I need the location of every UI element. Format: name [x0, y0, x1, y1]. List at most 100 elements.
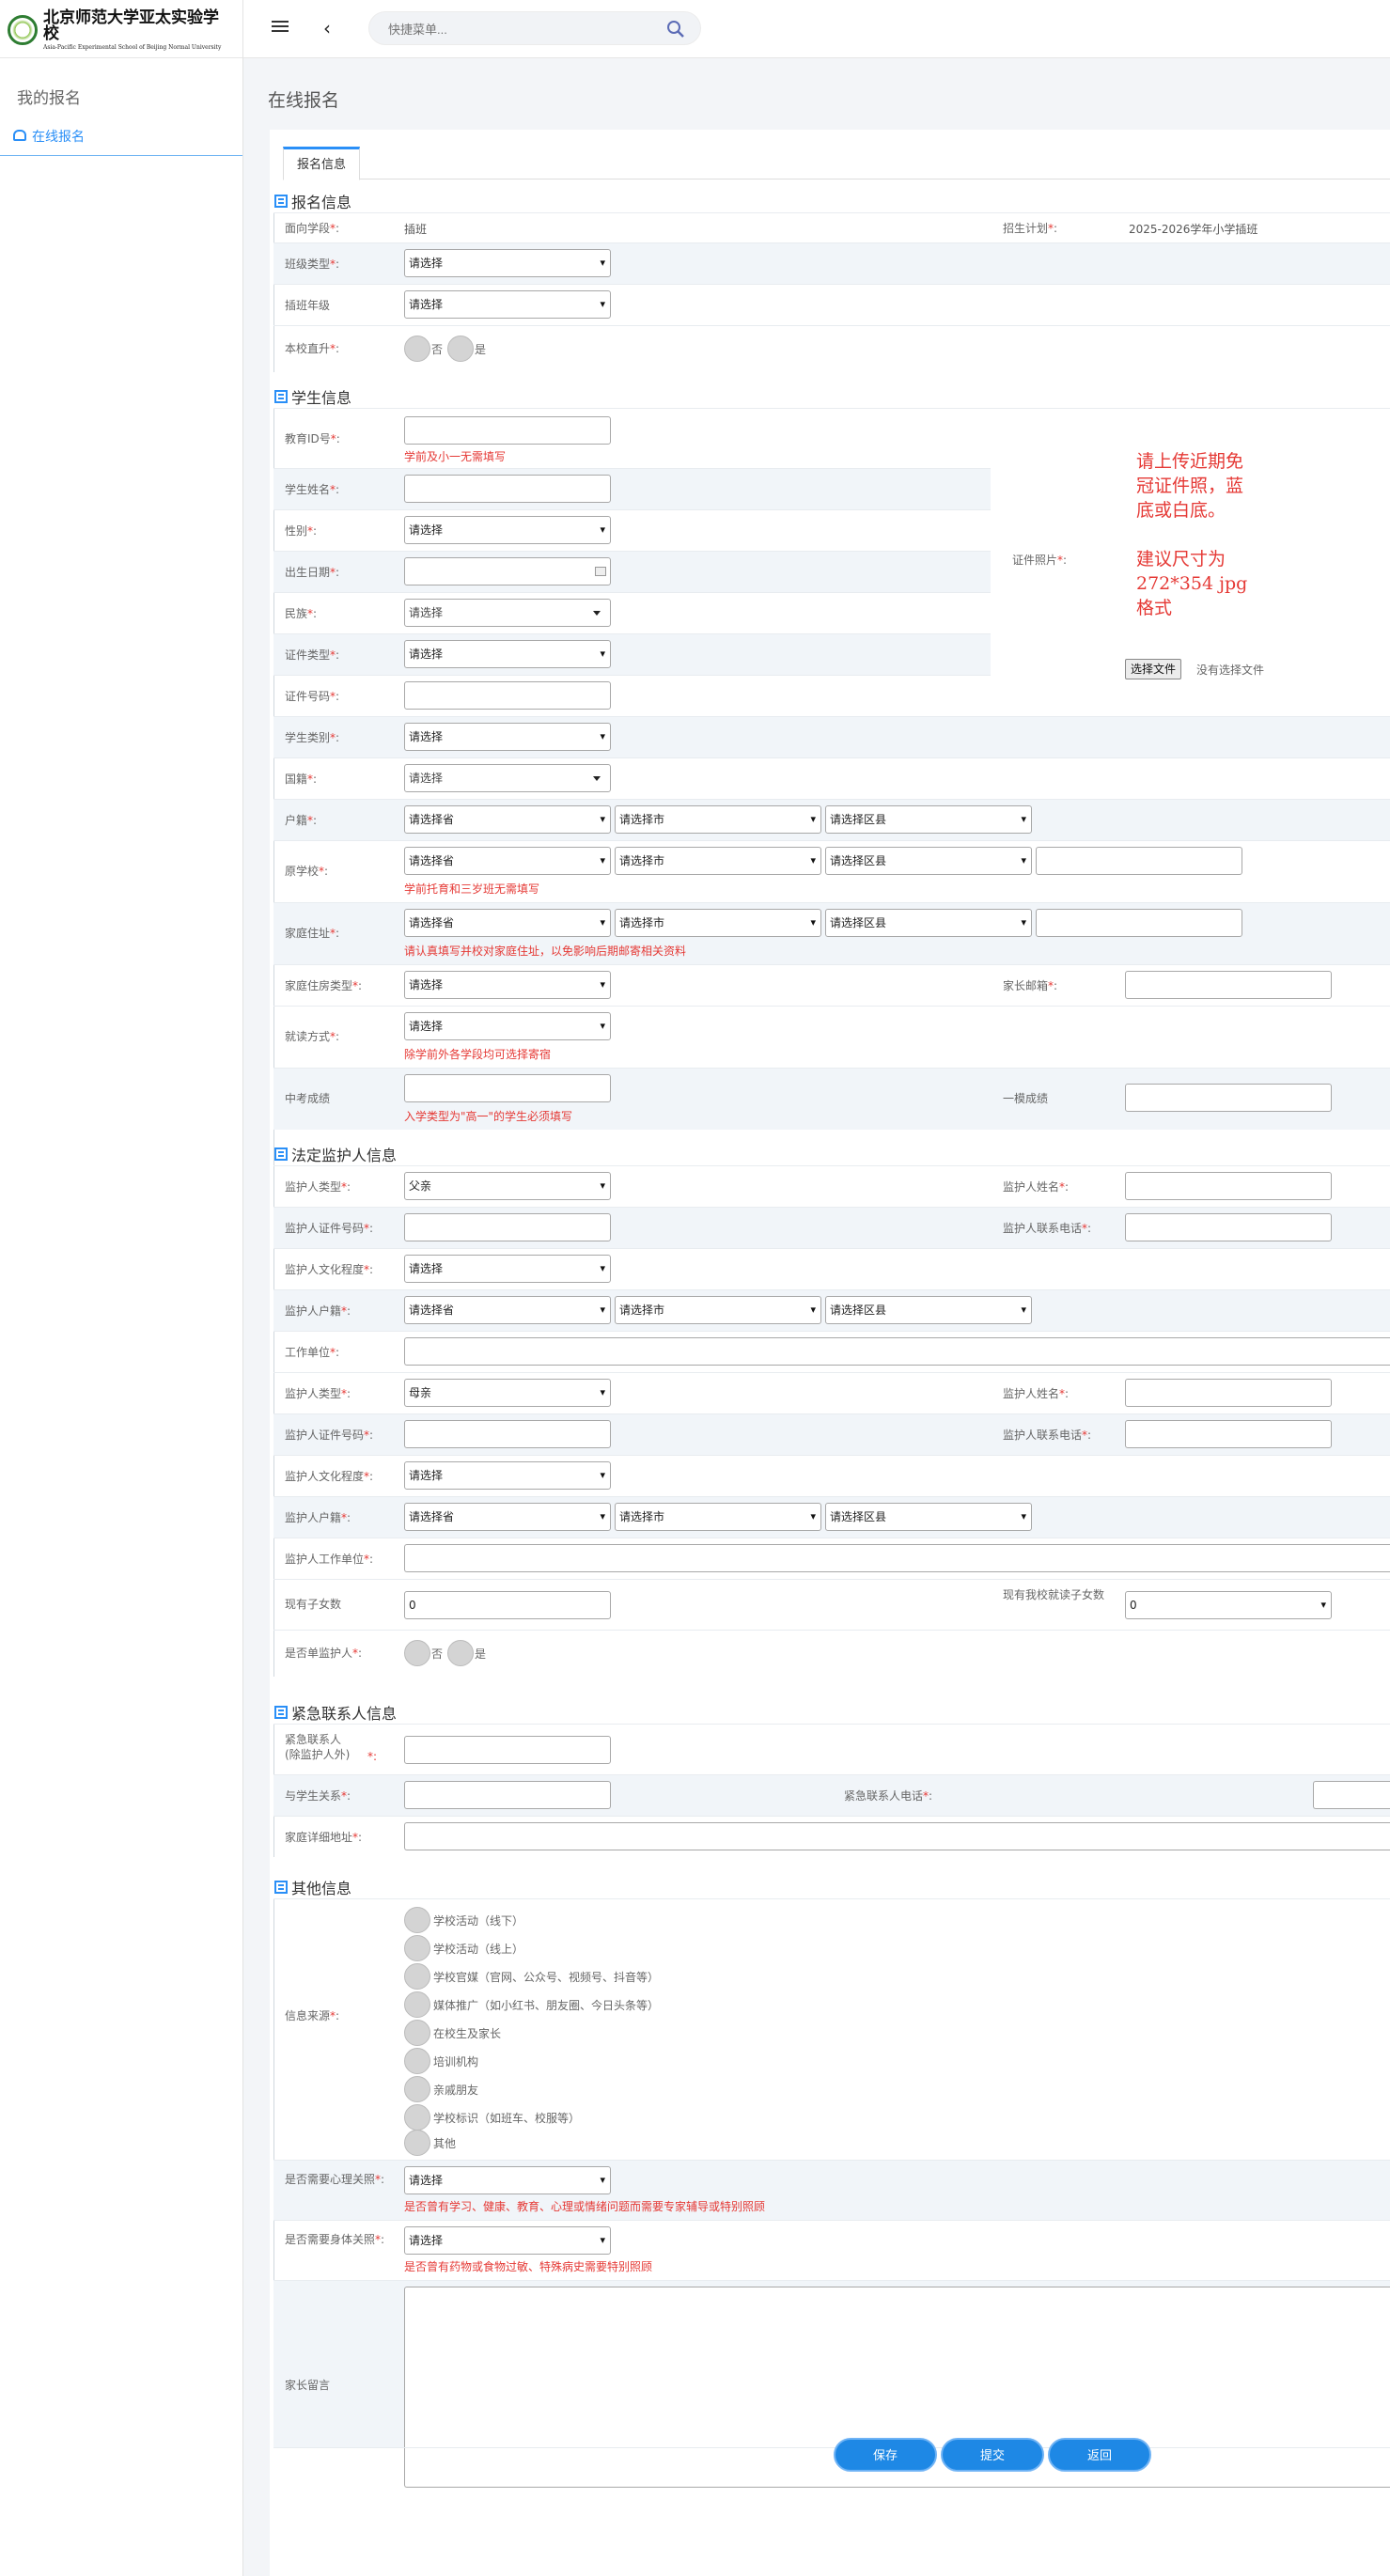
address-city-select[interactable]: 请选择市	[615, 909, 821, 937]
section-emergency-heading: 紧急联系人信息	[274, 1701, 397, 1724]
g1-idno-input[interactable]	[404, 1213, 611, 1241]
emergency-address-input[interactable]	[404, 1822, 1390, 1850]
single-no-radio[interactable]	[404, 1640, 430, 1666]
source-option-radio[interactable]	[404, 2076, 430, 2102]
g2-district-select[interactable]: 请选择区县	[825, 1503, 1032, 1531]
school-name-input[interactable]	[1036, 847, 1242, 875]
school-city-select[interactable]: 请选择市	[615, 847, 821, 875]
submit-button[interactable]: 提交	[941, 2438, 1044, 2472]
country-select[interactable]: 请选择	[404, 764, 611, 792]
back-button[interactable]: 返回	[1048, 2438, 1151, 2472]
emergency-contact-input[interactable]	[404, 1736, 611, 1764]
g1-name-input[interactable]	[1125, 1172, 1332, 1200]
school-district-select[interactable]: 请选择区县	[825, 847, 1032, 875]
address-detail-input[interactable]	[1036, 909, 1242, 937]
edu-id-input[interactable]	[404, 416, 611, 445]
tab-enroll-info[interactable]: 报名信息	[283, 147, 361, 180]
hukou-city-select[interactable]: 请选择市	[615, 805, 821, 834]
mode-hint: 除学前外各学段均可选择寄宿	[404, 1048, 552, 1061]
ym-score-input[interactable]	[1125, 1084, 1332, 1112]
grade-select[interactable]: 请选择	[404, 290, 611, 319]
gender-select[interactable]: 请选择	[404, 516, 611, 544]
hukou-district-select[interactable]: 请选择区县	[825, 805, 1032, 834]
category-select[interactable]: 请选择	[404, 723, 611, 751]
row-g1-type: 监护人类型*: 父亲 监护人姓名*:	[273, 1165, 1390, 1207]
g1-province-select[interactable]: 请选择省	[404, 1296, 611, 1324]
id-type-select[interactable]: 请选择	[404, 640, 611, 668]
g1-phone-input[interactable]	[1125, 1213, 1332, 1241]
g2-name-input[interactable]	[1125, 1379, 1332, 1407]
school-logo: 北京师范大学亚太实验学校 Asia-Pacific Experimental S…	[8, 9, 233, 50]
source-option-radio[interactable]	[404, 2104, 430, 2131]
g1-city-select[interactable]: 请选择市	[615, 1296, 821, 1324]
source-option-radio[interactable]	[404, 2048, 430, 2074]
source-option-label: 亲戚朋友	[433, 2084, 479, 2097]
file-status: 没有选择文件	[1196, 664, 1265, 677]
zk-score-input[interactable]	[404, 1074, 611, 1102]
housing-select[interactable]: 请选择	[404, 971, 611, 999]
plan-value: 2025-2026学年小学插班	[1129, 223, 1258, 236]
g2-city-select[interactable]: 请选择市	[615, 1503, 821, 1531]
address-province-select[interactable]: 请选择省	[404, 909, 611, 937]
source-option-radio[interactable]	[404, 1991, 430, 2018]
search-icon[interactable]	[666, 20, 685, 39]
school-children-select[interactable]: 0	[1125, 1591, 1332, 1619]
mode-select[interactable]: 请选择	[404, 1012, 611, 1040]
student-name-input[interactable]	[404, 475, 611, 503]
birth-date-input[interactable]	[404, 557, 611, 585]
row-emergency-contact: 紧急联系人 (除监护人外) *:	[273, 1724, 1390, 1774]
promote-yes-radio[interactable]	[447, 336, 474, 362]
source-option-radio[interactable]	[404, 1907, 430, 1933]
row-g1-hukou: 监护人户籍*: 请选择省 请选择市 请选择区县	[273, 1289, 1390, 1331]
g2-province-select[interactable]: 请选择省	[404, 1503, 611, 1531]
g2-phone-input[interactable]	[1125, 1420, 1332, 1448]
nation-select[interactable]: 请选择	[404, 599, 611, 627]
g1-work-input[interactable]	[404, 1337, 1390, 1366]
single-no-label: 否	[431, 1647, 444, 1661]
row-nation: 民族*: 请选择	[273, 592, 991, 633]
source-option-radio[interactable]	[404, 2020, 430, 2046]
body-select[interactable]: 请选择	[404, 2226, 611, 2255]
children-input[interactable]: 0	[404, 1591, 611, 1619]
g2-idno-input[interactable]	[404, 1420, 611, 1448]
section-other-heading: 其他信息	[274, 1876, 351, 1898]
calendar-icon[interactable]	[595, 567, 606, 576]
g1-type-select[interactable]: 父亲	[404, 1172, 611, 1200]
search-input[interactable]	[388, 20, 642, 39]
sidebar-item-online-enroll[interactable]: 在线报名	[0, 117, 242, 156]
cap-icon	[13, 130, 26, 141]
quick-menu-search[interactable]	[368, 11, 701, 45]
single-yes-radio[interactable]	[447, 1640, 474, 1666]
save-button[interactable]: 保存	[834, 2438, 937, 2472]
class-type-select[interactable]: 请选择	[404, 249, 611, 277]
row-gender: 性别*: 请选择	[273, 509, 991, 551]
g2-edu-select[interactable]: 请选择	[404, 1461, 611, 1490]
promote-no-radio[interactable]	[404, 336, 430, 362]
chevron-left-icon[interactable]: ‹	[323, 17, 331, 39]
hukou-province-select[interactable]: 请选择省	[404, 805, 611, 834]
source-option-radio[interactable]	[404, 2130, 430, 2156]
row-g2-type: 监护人类型*: 母亲 监护人姓名*:	[273, 1372, 1390, 1413]
tab-bar: 报名信息	[283, 147, 1390, 180]
source-option-radio[interactable]	[404, 1963, 430, 1990]
g2-work-input[interactable]	[404, 1544, 1390, 1572]
id-no-input[interactable]	[404, 681, 611, 710]
address-district-select[interactable]: 请选择区县	[825, 909, 1032, 937]
email-input[interactable]	[1125, 971, 1332, 999]
relation-input[interactable]	[404, 1781, 611, 1809]
g1-edu-select[interactable]: 请选择	[404, 1255, 611, 1283]
psych-select[interactable]: 请选择	[404, 2166, 611, 2194]
edu-id-label: 教育ID号	[285, 432, 331, 445]
emergency-phone-input[interactable]	[1313, 1781, 1390, 1809]
source-option-radio[interactable]	[404, 1935, 430, 1961]
mode-label: 就读方式	[285, 1030, 331, 1043]
hamburger-menu-icon[interactable]	[272, 21, 289, 34]
form-bottom-border	[273, 2447, 1390, 2448]
g1-district-select[interactable]: 请选择区县	[825, 1296, 1032, 1324]
g2-type-select[interactable]: 母亲	[404, 1379, 611, 1407]
section-guardian-heading: 法定监护人信息	[274, 1143, 397, 1165]
school-province-select[interactable]: 请选择省	[404, 847, 611, 875]
choose-file-button[interactable]: 选择文件	[1125, 659, 1182, 679]
zk-label: 中考成绩	[285, 1092, 331, 1105]
message-label: 家长留言	[285, 2379, 331, 2392]
